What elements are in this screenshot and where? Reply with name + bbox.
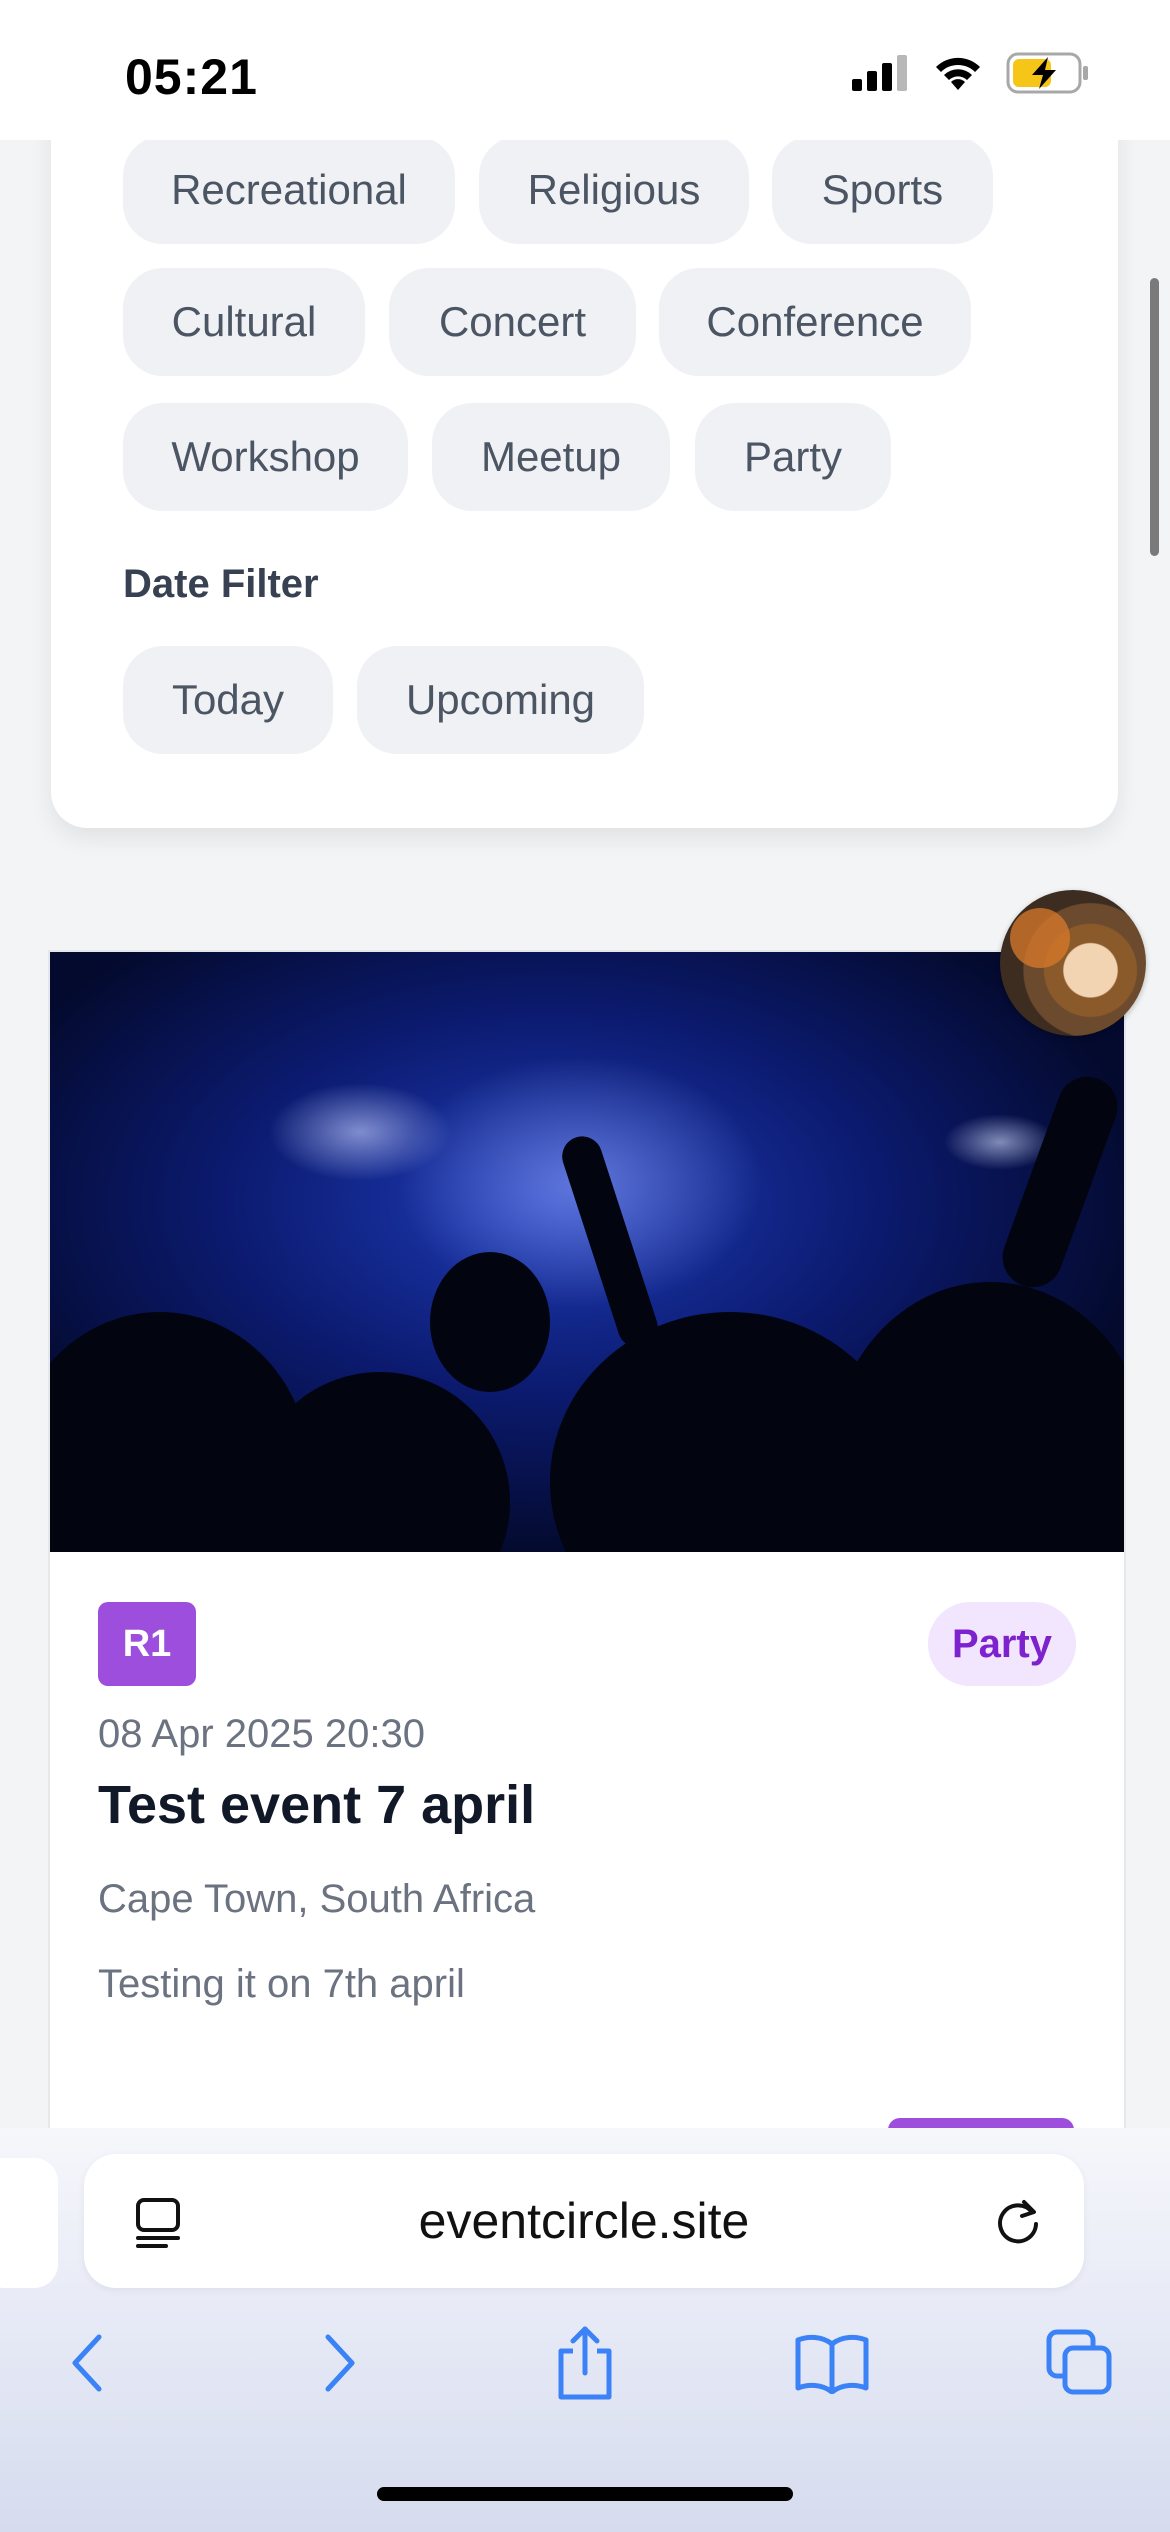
previous-tab-preview[interactable]: [0, 2158, 58, 2288]
filter-panel: Recreational Religious Sports Cultural C…: [51, 100, 1118, 828]
event-title[interactable]: Test event 7 april: [98, 1774, 535, 1836]
forward-button[interactable]: [295, 2318, 385, 2408]
chip-cultural[interactable]: Cultural: [123, 268, 365, 376]
cellular-signal-icon: [852, 55, 907, 91]
date-filter-label: Date Filter: [123, 562, 319, 606]
event-description: Testing it on 7th april: [98, 1962, 465, 2006]
chip-religious[interactable]: Religious: [479, 136, 749, 244]
chip-workshop[interactable]: Workshop: [123, 403, 408, 511]
chip-upcoming[interactable]: Upcoming: [357, 646, 644, 754]
bookmarks-icon: [795, 2334, 869, 2394]
share-icon: [558, 2326, 612, 2400]
address-bar[interactable]: eventcircle.site: [84, 2154, 1084, 2288]
chip-concert[interactable]: Concert: [389, 268, 636, 376]
status-icons: [852, 52, 1090, 94]
tabs-button[interactable]: [1035, 2318, 1125, 2408]
event-date: 08 Apr 2025 20:30: [98, 1712, 425, 1756]
reload-icon[interactable]: [992, 2196, 1044, 2248]
event-image: [50, 952, 1124, 1552]
share-button[interactable]: [540, 2318, 630, 2408]
battery-charging-icon: [1006, 52, 1088, 94]
status-bar: 05:21: [0, 0, 1170, 140]
event-category-badge: Party: [927, 1602, 1076, 1686]
chip-today[interactable]: Today: [123, 646, 333, 754]
browser-bottom-bar: eventcircle.site: [0, 2128, 1170, 2532]
status-time: 05:21: [125, 49, 258, 105]
back-button[interactable]: [42, 2318, 132, 2408]
event-code-badge: R1: [98, 1602, 196, 1686]
chip-meetup[interactable]: Meetup: [432, 403, 670, 511]
tabs-icon: [1046, 2329, 1112, 2395]
bookmarks-button[interactable]: [787, 2318, 877, 2408]
user-avatar[interactable]: [1000, 890, 1146, 1036]
chip-sports[interactable]: Sports: [772, 136, 993, 244]
url-text[interactable]: eventcircle.site: [84, 2192, 1084, 2250]
home-indicator[interactable]: [377, 2487, 793, 2501]
wifi-icon: [936, 57, 980, 90]
event-card[interactable]: R1 Party 08 Apr 2025 20:30 Test event 7 …: [48, 950, 1126, 2074]
forward-icon: [325, 2334, 355, 2392]
chip-party[interactable]: Party: [695, 403, 891, 511]
page-scrollbar[interactable]: [1150, 278, 1159, 556]
event-location: Cape Town, South Africa: [98, 1877, 536, 1921]
chip-conference[interactable]: Conference: [659, 268, 971, 376]
chip-recreational[interactable]: Recreational: [123, 136, 455, 244]
back-icon: [72, 2334, 102, 2392]
